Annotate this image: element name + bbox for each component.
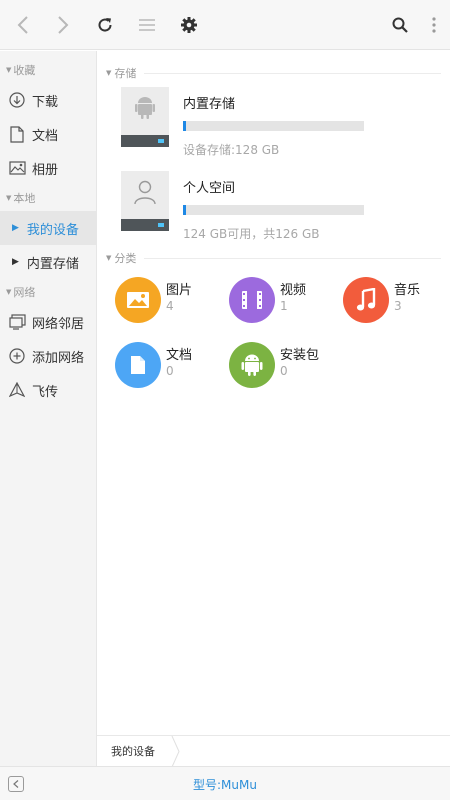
storage-info: 设备存储:128 GB [183, 143, 280, 157]
category-images[interactable]: 图片 4 [115, 277, 225, 327]
category-apk[interactable]: 安装包 0 [229, 342, 339, 392]
document-icon [115, 342, 161, 388]
sidebar-item-label: 下载 [32, 94, 59, 110]
main-content: ▼ 存储 内置存储 设备存储:128 GB 个人空间 124 GB可用，共126… [97, 51, 450, 735]
divider [144, 72, 441, 74]
category-label: 音乐 [394, 283, 421, 298]
storage-item-personal[interactable]: 个人空间 124 GB可用，共126 GB [121, 171, 441, 247]
category-count: 0 [166, 364, 174, 378]
refresh-icon[interactable] [90, 10, 120, 40]
sidebar-item-fly-transfer[interactable]: 飞传 [0, 373, 96, 407]
back-icon[interactable] [8, 10, 38, 40]
fly-transfer-icon [8, 381, 26, 399]
sidebar-item-network-neighborhood[interactable]: 网络邻居 [0, 305, 96, 339]
album-icon [8, 159, 26, 177]
apk-icon [229, 342, 275, 388]
category-label: 安装包 [280, 348, 320, 363]
network-neighborhood-icon [8, 313, 26, 331]
sidebar-section-local[interactable]: ▼ 本地 [0, 185, 96, 211]
sidebar: ▼ 收藏 下载 文档 相册 ▼ 本地 ▶ 我的设备 ▶ 内置存储 ▼ 网络 网络… [0, 51, 97, 766]
category-music[interactable]: 音乐 3 [343, 277, 450, 327]
sidebar-section-favorites[interactable]: ▼ 收藏 [0, 57, 96, 83]
breadcrumb: 我的设备 [97, 735, 450, 767]
expand-arrow-icon: ▶ [12, 223, 19, 233]
storage-usage-bar [183, 121, 364, 131]
image-icon [115, 277, 161, 323]
category-videos[interactable]: 视频 1 [229, 277, 339, 327]
sidebar-item-documents[interactable]: 文档 [0, 117, 96, 151]
person-storage-icon [121, 171, 169, 231]
category-label: 图片 [166, 283, 193, 298]
search-icon[interactable] [385, 10, 415, 40]
divider [144, 257, 441, 259]
section-label: 分类 [114, 252, 137, 265]
sidebar-item-label: 飞传 [32, 384, 59, 400]
category-count: 4 [166, 299, 174, 313]
music-icon [343, 277, 389, 323]
device-model-label: 型号:MuMu [193, 778, 257, 792]
storage-name: 个人空间 [183, 181, 236, 196]
storage-item-internal[interactable]: 内置存储 设备存储:128 GB [121, 87, 441, 163]
expand-arrow-icon: ▶ [12, 257, 19, 267]
section-label: 网络 [13, 286, 36, 299]
breadcrumb-separator-icon [171, 736, 180, 767]
category-label: 视频 [280, 283, 307, 298]
list-view-icon[interactable] [132, 10, 162, 40]
category-count: 1 [280, 299, 288, 313]
sidebar-item-label: 网络邻居 [32, 316, 85, 332]
section-label: 存储 [114, 67, 137, 80]
download-icon [8, 91, 26, 109]
section-label: 收藏 [13, 64, 36, 77]
sidebar-item-label: 我的设备 [26, 222, 79, 238]
section-label: 本地 [13, 192, 36, 205]
storage-usage-fill [183, 121, 186, 131]
collapse-triangle-icon: ▼ [106, 69, 112, 77]
collapse-triangle-icon: ▼ [6, 194, 12, 202]
android-storage-icon [121, 87, 169, 147]
sidebar-item-label: 相册 [32, 162, 59, 178]
settings-icon[interactable] [174, 10, 204, 40]
sidebar-item-my-device[interactable]: ▶ 我的设备 [0, 211, 96, 245]
add-network-icon [8, 347, 26, 365]
sidebar-item-label: 添加网络 [32, 350, 85, 366]
video-icon [229, 277, 275, 323]
storage-name: 内置存储 [183, 97, 236, 112]
storage-info: 124 GB可用，共126 GB [183, 227, 320, 241]
top-toolbar [0, 0, 450, 50]
sidebar-section-network[interactable]: ▼ 网络 [0, 279, 96, 305]
collapse-triangle-icon: ▼ [6, 288, 12, 296]
sidebar-item-add-network[interactable]: 添加网络 [0, 339, 96, 373]
category-count: 3 [394, 299, 402, 313]
sidebar-item-label: 内置存储 [26, 256, 79, 272]
category-section-header: ▼ 分类 [106, 250, 441, 266]
storage-usage-bar [183, 205, 364, 215]
more-icon[interactable] [422, 10, 446, 40]
sidebar-item-album[interactable]: 相册 [0, 151, 96, 185]
document-icon [8, 125, 26, 143]
category-documents[interactable]: 文档 0 [115, 342, 225, 392]
bottom-bar: 型号:MuMu [0, 766, 450, 800]
storage-usage-fill [183, 205, 186, 215]
category-count: 0 [280, 364, 288, 378]
category-label: 文档 [166, 348, 193, 363]
breadcrumb-item-my-device[interactable]: 我的设备 [111, 743, 155, 759]
sidebar-item-downloads[interactable]: 下载 [0, 83, 96, 117]
sidebar-item-label: 文档 [32, 128, 59, 144]
forward-icon[interactable] [48, 10, 78, 40]
collapse-triangle-icon: ▼ [106, 254, 112, 262]
collapse-triangle-icon: ▼ [6, 66, 12, 74]
storage-section-header: ▼ 存储 [106, 65, 441, 81]
sidebar-item-internal-storage[interactable]: ▶ 内置存储 [0, 245, 96, 279]
